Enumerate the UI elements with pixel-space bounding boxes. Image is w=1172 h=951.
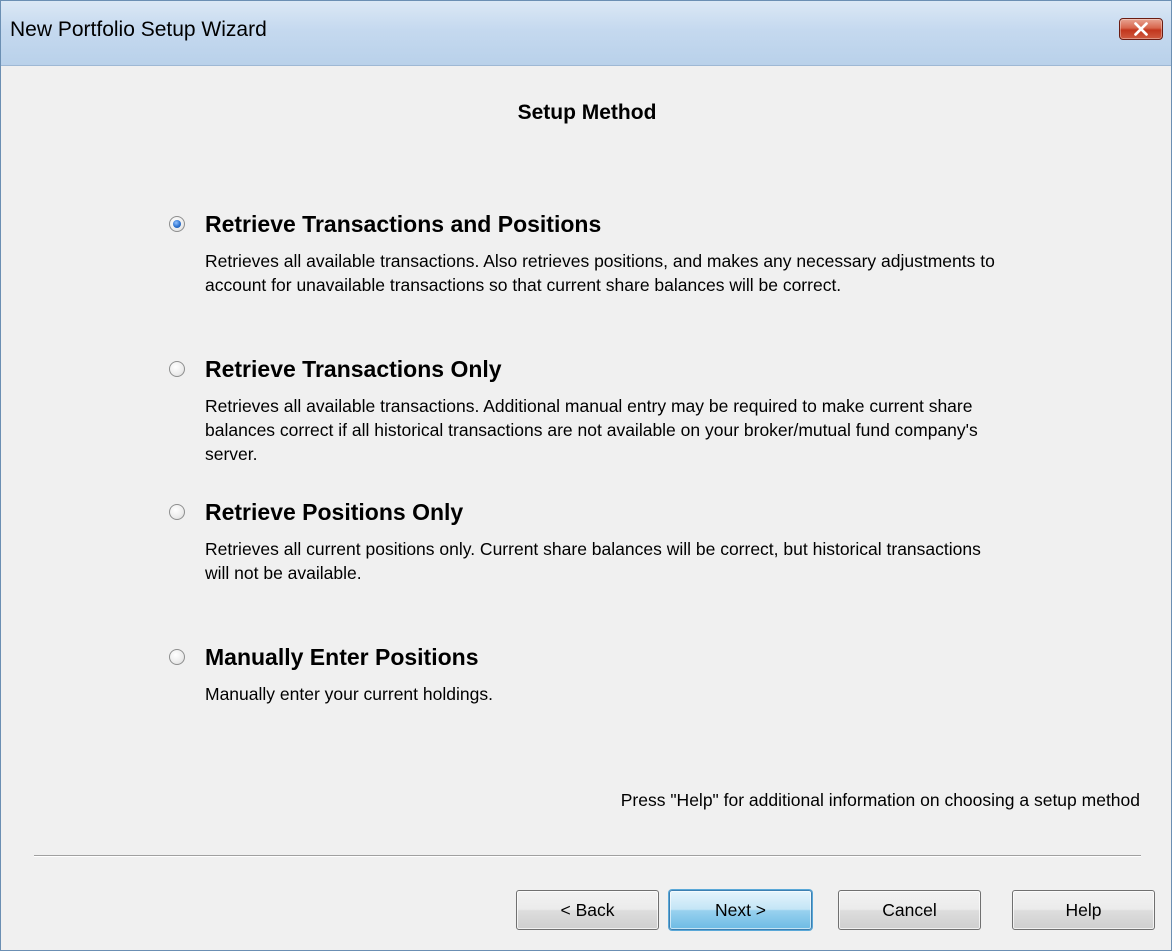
page-heading: Setup Method [517, 101, 657, 124]
option-label[interactable]: Retrieve Transactions and Positions [205, 211, 601, 238]
back-button[interactable]: < Back [516, 890, 659, 930]
radio-manually-enter[interactable] [169, 649, 185, 665]
help-button[interactable]: Help [1012, 890, 1155, 930]
window-title: New Portfolio Setup Wizard [10, 18, 267, 41]
option-description: Manually enter your current holdings. [205, 684, 493, 704]
wizard-window: New Portfolio Setup Wizard Setup Method … [0, 0, 1172, 951]
title-bar[interactable]: New Portfolio Setup Wizard [1, 1, 1171, 66]
help-note: Press "Help" for additional information … [620, 790, 1140, 810]
close-button[interactable] [1119, 18, 1163, 40]
radio-transactions-and-positions[interactable] [169, 216, 185, 232]
radio-positions-only[interactable] [169, 504, 185, 520]
option-label[interactable]: Retrieve Transactions Only [205, 356, 502, 383]
option-label[interactable]: Manually Enter Positions [205, 644, 479, 671]
option-description: Retrieves all available transactions. Al… [205, 251, 995, 295]
next-button[interactable]: Next > [669, 890, 812, 930]
close-icon [1134, 22, 1148, 36]
option-label[interactable]: Retrieve Positions Only [205, 499, 463, 526]
radio-transactions-only[interactable] [169, 361, 185, 377]
radio-selected-dot [173, 220, 181, 228]
option-description: Retrieves all available transactions. Ad… [205, 396, 978, 464]
option-description: Retrieves all current positions only. Cu… [205, 539, 981, 583]
cancel-button[interactable]: Cancel [838, 890, 981, 930]
footer-divider [34, 855, 1141, 857]
